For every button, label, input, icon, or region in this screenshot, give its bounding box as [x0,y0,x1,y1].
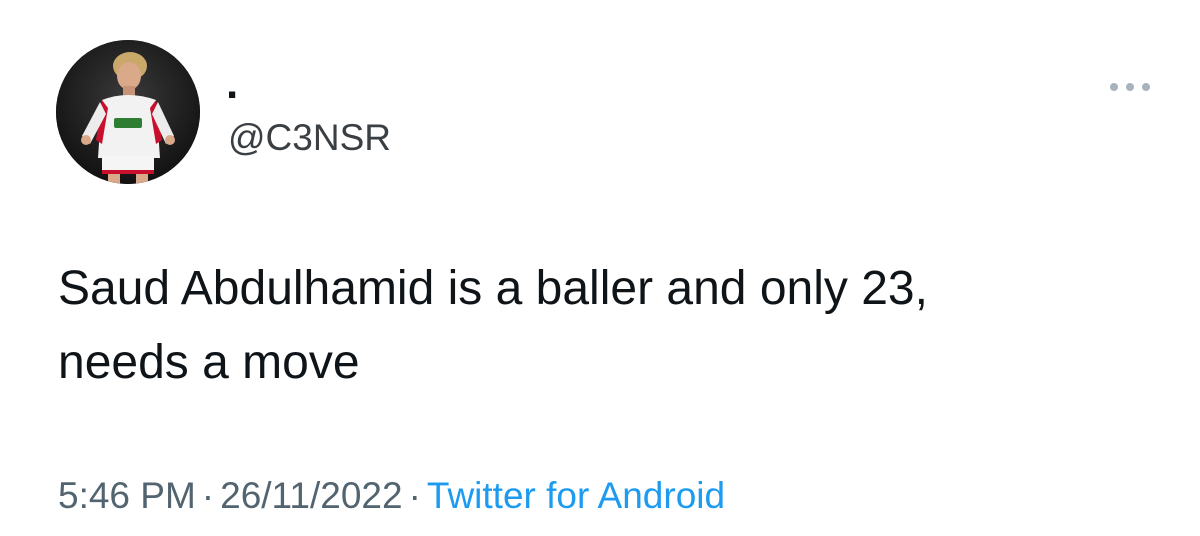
avatar-photo [56,40,200,184]
tweet-source-link[interactable]: Twitter for Android [427,475,725,516]
more-button[interactable] [1100,72,1160,102]
user-handle[interactable]: @C3NSR [228,116,391,160]
tweet-time[interactable]: 5:46 PM [58,475,196,516]
tweet-text: Saud Abdulhamid is a baller and only 23,… [58,262,928,389]
tweet-meta: 5:46 PM · 26/11/2022 · Twitter for Android [58,472,725,520]
tweet-date[interactable]: 26/11/2022 [220,475,402,516]
display-name[interactable]: . [226,58,238,110]
more-horizontal-icon [1110,83,1150,91]
meta-separator: · [408,475,421,516]
meta-separator: · [201,475,215,516]
avatar[interactable] [56,40,200,184]
